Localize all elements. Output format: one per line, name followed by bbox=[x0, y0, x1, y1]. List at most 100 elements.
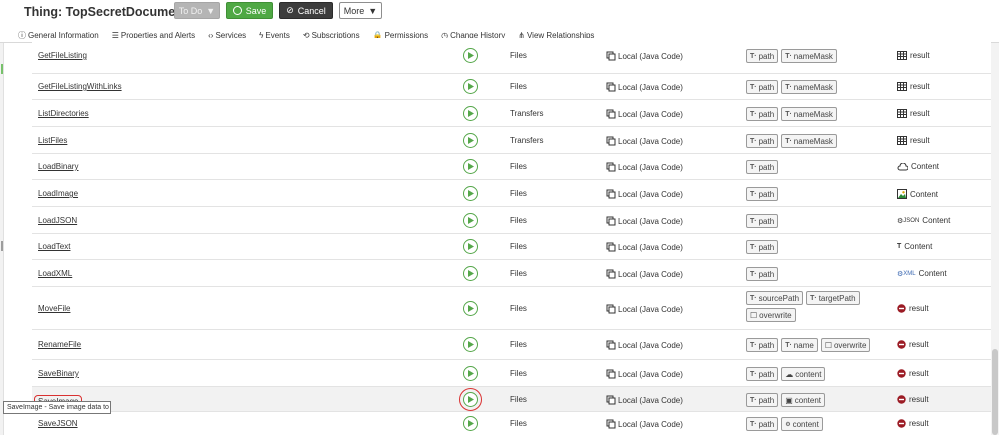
parameter-chip[interactable]: ☁ content bbox=[781, 367, 826, 381]
text-type-icon: T· bbox=[750, 163, 757, 171]
parameter-name: path bbox=[758, 269, 775, 279]
service-category: Files bbox=[510, 51, 527, 60]
service-name-link[interactable]: ListDirectories bbox=[38, 109, 89, 118]
parameter-chip[interactable]: T· path bbox=[746, 367, 779, 381]
service-name-link[interactable]: LoadBinary bbox=[38, 162, 78, 171]
run-service-button[interactable] bbox=[463, 337, 478, 352]
parameter-chip[interactable]: T· name bbox=[781, 338, 818, 352]
scrollbar-thumb[interactable] bbox=[992, 349, 998, 435]
run-service-button[interactable] bbox=[463, 301, 478, 316]
left-scrollbar[interactable] bbox=[0, 43, 4, 435]
parameter-chip[interactable]: T· path bbox=[746, 338, 779, 352]
run-service-button[interactable] bbox=[463, 266, 478, 281]
todo-button[interactable]: To Do ▼ bbox=[174, 2, 220, 19]
service-row[interactable]: LoadBinary Files Local (Java Code) T· path Co… bbox=[32, 154, 991, 180]
parameter-chip[interactable]: T· path bbox=[746, 417, 779, 431]
service-result: result bbox=[897, 82, 930, 91]
run-service-button[interactable] bbox=[463, 159, 478, 174]
service-name-link[interactable]: ListFiles bbox=[38, 136, 67, 145]
parameter-chip[interactable]: ▣ content bbox=[781, 393, 825, 407]
parameter-chip[interactable]: T· nameMask bbox=[781, 80, 837, 94]
parameter-chip[interactable]: T· path bbox=[746, 107, 779, 121]
service-row[interactable]: GetFileListingWithLinks Files Local (Java … bbox=[32, 74, 991, 100]
parameter-name: content bbox=[795, 369, 822, 379]
more-button[interactable]: More ▼ bbox=[339, 2, 382, 19]
image-icon bbox=[897, 189, 907, 199]
source-label: Local (Java Code) bbox=[618, 82, 683, 92]
service-category: Files bbox=[510, 269, 527, 278]
service-name-link[interactable]: LoadXML bbox=[38, 269, 72, 278]
service-name-link[interactable]: RenameFile bbox=[38, 340, 81, 349]
copy-icon bbox=[606, 340, 616, 350]
ban-icon: ⊘ bbox=[286, 5, 294, 15]
service-row[interactable]: LoadText Files Local (Java Code) T· path T Con… bbox=[32, 234, 991, 260]
cloud-icon: ☁ bbox=[785, 369, 794, 379]
run-service-button[interactable] bbox=[463, 366, 478, 381]
run-service-button[interactable] bbox=[463, 186, 478, 201]
run-service-button[interactable] bbox=[463, 48, 478, 63]
service-category: Transfers bbox=[510, 136, 544, 145]
parameter-name: path bbox=[758, 395, 775, 405]
parameter-chip[interactable]: T· targetPath bbox=[806, 291, 860, 305]
service-source: Local (Java Code) bbox=[606, 242, 683, 252]
parameter-chip[interactable]: T· path bbox=[746, 214, 779, 228]
run-service-button[interactable] bbox=[463, 213, 478, 228]
service-row[interactable]: MoveFile Files Local (Java Code) T· sourcePa… bbox=[32, 287, 991, 330]
parameter-chip[interactable]: T· path bbox=[746, 393, 779, 407]
source-label: Local (Java Code) bbox=[618, 109, 683, 119]
copy-icon bbox=[606, 242, 616, 252]
run-service-button[interactable] bbox=[463, 133, 478, 148]
service-name-link[interactable]: GetFileListing bbox=[38, 51, 87, 60]
service-row[interactable]: SaveJSON Files Local (Java Code) T· path ⚙ con… bbox=[32, 412, 991, 435]
parameter-chip[interactable]: T· nameMask bbox=[781, 134, 837, 148]
no-entry-icon bbox=[897, 419, 906, 428]
parameter-chip[interactable]: T· path bbox=[746, 160, 779, 174]
result-label: Content bbox=[910, 189, 939, 199]
run-service-button[interactable] bbox=[463, 106, 478, 121]
parameter-name: path bbox=[758, 162, 775, 172]
service-row[interactable]: LoadJSON Files Local (Java Code) T· path ⚙ JSO… bbox=[32, 207, 991, 234]
parameter-name: path bbox=[758, 216, 775, 226]
parameter-chip[interactable]: ☐ overwrite bbox=[746, 308, 796, 322]
service-row[interactable]: GetFileListing Files Local (Java Code) T· pa… bbox=[32, 38, 991, 74]
service-name-link[interactable]: MoveFile bbox=[38, 304, 70, 313]
save-button[interactable]: Save bbox=[226, 2, 273, 19]
text-type-icon: T· bbox=[785, 137, 792, 145]
service-source: Local (Java Code) bbox=[606, 82, 683, 92]
service-parameters: T· path bbox=[746, 160, 891, 174]
service-row[interactable]: RenameFile Files Local (Java Code) T· path T·… bbox=[32, 330, 991, 360]
service-name-link[interactable]: LoadJSON bbox=[38, 216, 77, 225]
parameter-chip[interactable]: ⚙ content bbox=[781, 417, 823, 431]
service-row[interactable]: LoadXML Files Local (Java Code) T· path ⚙ XML C… bbox=[32, 260, 991, 287]
run-service-button[interactable] bbox=[459, 388, 482, 411]
service-name-link[interactable]: LoadText bbox=[38, 242, 70, 251]
service-row[interactable]: ListFiles Transfers Local (Java Code) T· pat… bbox=[32, 127, 991, 154]
service-name-link[interactable]: GetFileListingWithLinks bbox=[38, 82, 122, 91]
parameter-chip[interactable]: T· path bbox=[746, 134, 779, 148]
parameter-chip[interactable]: T· path bbox=[746, 267, 779, 281]
service-row[interactable]: LoadImage Files Local (Java Code) T· path Con… bbox=[32, 180, 991, 207]
service-row[interactable]: SaveImageFilesLocal (Java Code)T·path▣co… bbox=[32, 387, 991, 412]
parameter-chip[interactable]: T· path bbox=[746, 80, 779, 94]
cancel-button[interactable]: ⊘ Cancel bbox=[279, 2, 333, 19]
text-type-icon: T· bbox=[785, 341, 792, 349]
service-source: Local (Java Code) bbox=[606, 340, 683, 350]
run-service-button[interactable] bbox=[463, 416, 478, 431]
run-service-button[interactable] bbox=[463, 79, 478, 94]
run-service-button[interactable] bbox=[463, 239, 478, 254]
parameter-chip[interactable]: T· path bbox=[746, 187, 779, 201]
text-type-icon: T· bbox=[785, 52, 792, 60]
service-row[interactable]: SaveBinary Files Local (Java Code) T· path ☁ c… bbox=[32, 360, 991, 387]
service-name-link[interactable]: LoadImage bbox=[38, 189, 78, 198]
service-name-link[interactable]: SaveJSON bbox=[38, 419, 78, 428]
parameter-chip[interactable]: T· path bbox=[746, 49, 779, 63]
service-category: Files bbox=[510, 216, 527, 225]
service-name-link[interactable]: SaveBinary bbox=[38, 369, 79, 378]
parameter-chip[interactable]: T· path bbox=[746, 240, 779, 254]
parameter-chip[interactable]: T· sourcePath bbox=[746, 291, 804, 305]
vertical-scrollbar[interactable] bbox=[991, 43, 999, 435]
service-row[interactable]: ListDirectories Transfers Local (Java Code… bbox=[32, 100, 991, 127]
parameter-chip[interactable]: T· nameMask bbox=[781, 107, 837, 121]
parameter-chip[interactable]: ☐ overwrite bbox=[820, 338, 871, 352]
parameter-chip[interactable]: T· nameMask bbox=[781, 49, 837, 63]
